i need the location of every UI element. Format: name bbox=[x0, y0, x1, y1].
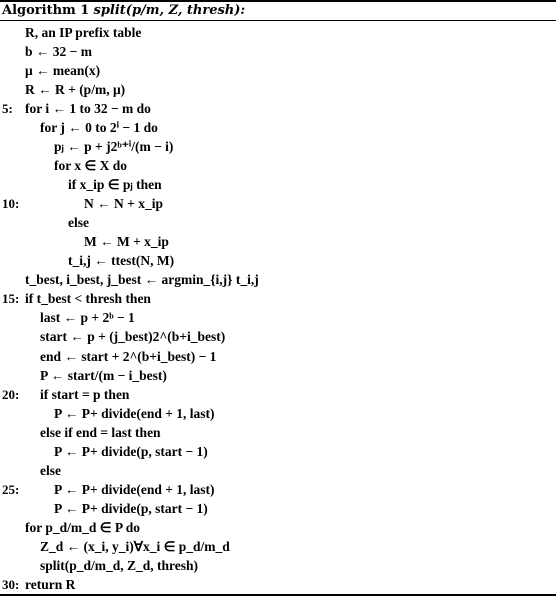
algorithm-line: else bbox=[0, 213, 556, 232]
algorithm-line: P ← P+ divide(end + 1, last) bbox=[0, 404, 556, 423]
line-number: 5: bbox=[2, 101, 13, 117]
algorithm-line: b ← 32 − m bbox=[0, 42, 556, 61]
algorithm-line: for j ← 0 to 2ⁱ − 1 do bbox=[0, 118, 556, 137]
line-code: for x ∈ X do bbox=[54, 158, 128, 174]
algorithm-caption: Algorithm 1 split(p/m, Z, thresh): bbox=[2, 3, 245, 19]
line-code: pⱼ ← p + j2ᵇ⁺ⁱ/(m − i) bbox=[54, 139, 174, 155]
line-number: 20: bbox=[2, 386, 20, 402]
line-code: P ← P+ divide(end + 1, last) bbox=[54, 405, 215, 421]
algorithm-line: start ← p + (j_best)2^(b+i_best) bbox=[0, 327, 556, 346]
algorithm-line: 15: if t_best < thresh then bbox=[0, 289, 556, 308]
line-number: 10: bbox=[2, 196, 20, 212]
algorithm-line: for x ∈ X do bbox=[0, 156, 556, 175]
algorithm-line: else bbox=[0, 461, 556, 480]
line-code: else if end = last then bbox=[40, 424, 161, 440]
algorithm-line: R, an IP prefix table bbox=[0, 23, 556, 42]
algorithm-line: μ ← mean(x) bbox=[0, 61, 556, 80]
line-code: R, an IP prefix table bbox=[25, 25, 142, 40]
algorithm-line: last ← p + 2ᵇ − 1 bbox=[0, 308, 556, 327]
line-number: 30: bbox=[2, 576, 20, 592]
line-code: if t_best < thresh then bbox=[25, 291, 151, 307]
line-code: P ← P+ divide(end + 1, last) bbox=[54, 481, 215, 497]
line-code: t_i,j ← ttest(N, M) bbox=[68, 253, 175, 269]
bottom-rule bbox=[0, 594, 556, 596]
line-code: for i ← 1 to 32 − m do bbox=[25, 101, 151, 117]
line-code: P ← P+ divide(p, start − 1) bbox=[54, 500, 208, 516]
caption-rule bbox=[0, 20, 556, 21]
line-code: start ← p + (j_best)2^(b+i_best) bbox=[40, 329, 226, 345]
line-code: μ ← mean(x) bbox=[25, 63, 101, 79]
algorithm-line: if x_ip ∈ pⱼ then bbox=[0, 175, 556, 194]
line-code: else bbox=[68, 215, 89, 231]
algorithm-line: t_i,j ← ttest(N, M) bbox=[0, 251, 556, 270]
line-code: split(p_d/m_d, Z_d, thresh) bbox=[40, 557, 199, 573]
line-code: M ← M + x_ip bbox=[84, 234, 169, 250]
algorithm-line: pⱼ ← p + j2ᵇ⁺ⁱ/(m − i) bbox=[0, 137, 556, 156]
line-code: return R bbox=[25, 576, 76, 592]
algorithm-line: 5: for i ← 1 to 32 − m do bbox=[0, 99, 556, 118]
algorithm-line: else if end = last then bbox=[0, 423, 556, 442]
line-number: 25: bbox=[2, 481, 20, 497]
line-code: for j ← 0 to 2ⁱ − 1 do bbox=[40, 120, 158, 136]
algorithm-line: P ← P+ divide(p, start − 1) bbox=[0, 499, 556, 518]
line-code: if x_ip ∈ pⱼ then bbox=[68, 177, 162, 193]
algorithm-line: split(p_d/m_d, Z_d, thresh) bbox=[0, 556, 556, 575]
line-code: R ← R + (p/m, μ) bbox=[25, 82, 126, 98]
line-code: N ← N + x_ip bbox=[84, 196, 163, 212]
algorithm-line: P ← start/(m − i_best) bbox=[0, 366, 556, 385]
algorithm-line: for p_d/m_d ∈ P do bbox=[0, 518, 556, 537]
algorithm-line: P ← P+ divide(p, start − 1) bbox=[0, 442, 556, 461]
line-number: 15: bbox=[2, 291, 20, 307]
algorithm-line: 25: P ← P+ divide(end + 1, last) bbox=[0, 480, 556, 499]
line-code: b ← 32 − m bbox=[25, 44, 92, 60]
line-code: t_best, i_best, j_best ← argmin_{i,j} t_… bbox=[25, 272, 259, 288]
top-rule bbox=[0, 0, 556, 2]
line-code: end ← start + 2^(b+i_best) − 1 bbox=[40, 348, 217, 364]
line-code: if start = p then bbox=[40, 386, 130, 402]
algorithm-line: Z_d ← (x_i, y_i)∀x_i ∈ p_d/m_d bbox=[0, 537, 556, 556]
algorithm-line: end ← start + 2^(b+i_best) − 1 bbox=[0, 347, 556, 366]
line-code: P ← start/(m − i_best) bbox=[40, 367, 167, 383]
algorithm-line: t_best, i_best, j_best ← argmin_{i,j} t_… bbox=[0, 270, 556, 289]
algorithm-line: 30: return R bbox=[0, 575, 556, 594]
line-code: for p_d/m_d ∈ P do bbox=[25, 519, 141, 535]
line-code: Z_d ← (x_i, y_i)∀x_i ∈ p_d/m_d bbox=[40, 538, 230, 554]
line-code: else bbox=[40, 462, 61, 478]
algorithm-signature: split(p/m, Z, thresh): bbox=[93, 3, 246, 18]
line-code: last ← p + 2ᵇ − 1 bbox=[40, 310, 135, 326]
algorithm-line: 10: N ← N + x_ip bbox=[0, 194, 556, 213]
algorithm-label: Algorithm 1 bbox=[2, 3, 90, 18]
algorithm-line: R ← R + (p/m, μ) bbox=[0, 80, 556, 99]
algorithm-line: M ← M + x_ip bbox=[0, 232, 556, 251]
algorithm-line: 20: if start = p then bbox=[0, 385, 556, 404]
line-code: P ← P+ divide(p, start − 1) bbox=[54, 443, 208, 459]
